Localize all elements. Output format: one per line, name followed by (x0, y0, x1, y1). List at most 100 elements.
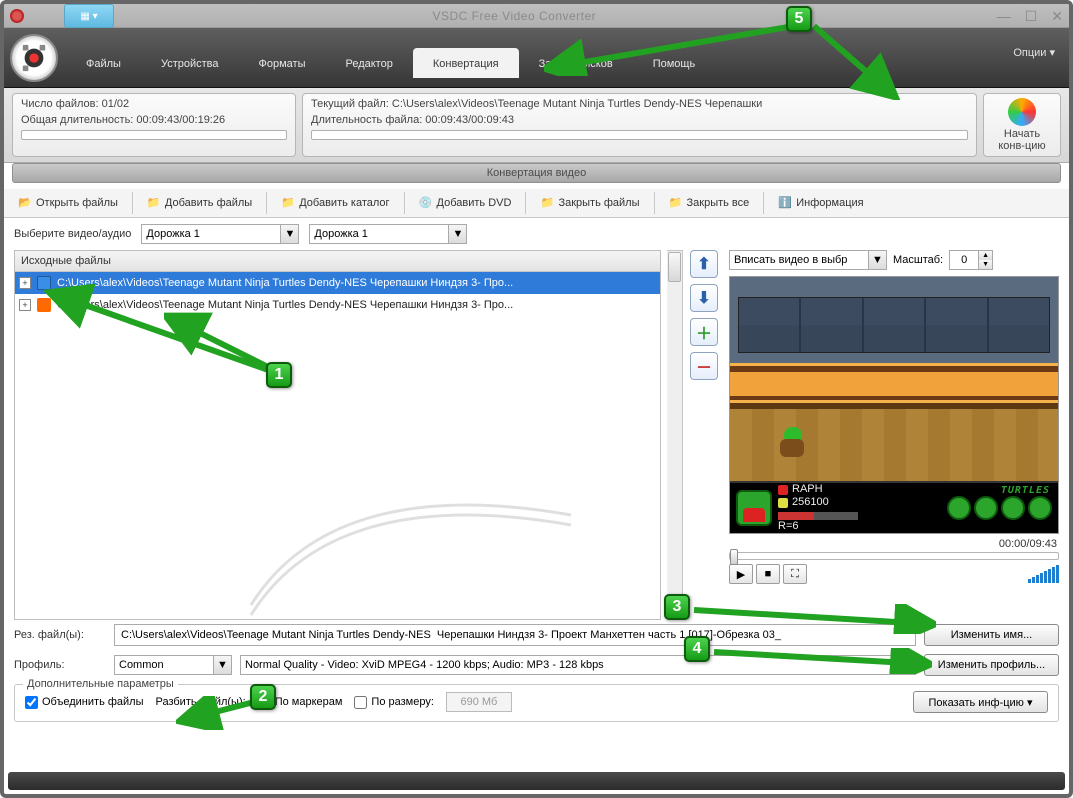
merge-checkbox[interactable]: Объединить файлы (25, 696, 144, 709)
add-folder-button[interactable]: 📁Добавить каталог (273, 192, 397, 214)
app-logo-icon[interactable] (10, 34, 58, 82)
titlebar: ▦ ▾ VSDC Free Video Converter — ☐ ✕ (4, 4, 1069, 28)
maximize-icon[interactable]: ☐ (1025, 9, 1038, 23)
minimize-icon[interactable]: — (997, 9, 1011, 23)
marker-3: 3 (664, 594, 690, 620)
volume-icon[interactable] (1028, 565, 1059, 583)
tab-editor[interactable]: Редактор (325, 48, 412, 78)
close-icon[interactable]: ✕ (1051, 9, 1063, 23)
chevron-down-icon[interactable]: ▼ (898, 655, 916, 675)
tab-convert[interactable]: Конвертация (413, 48, 519, 78)
split-label: Разбить файл(ы): (156, 696, 246, 708)
close-all-icon: 📁 (669, 196, 683, 210)
spin-up-icon[interactable]: ▲ (978, 251, 992, 260)
split-size-input (446, 692, 512, 712)
file-path: C:\Users\alex\Videos\Teenage Mutant Ninj… (57, 277, 513, 289)
folder-plus-icon: 📁 (147, 196, 161, 210)
seek-bar[interactable] (729, 552, 1059, 560)
tab-burn[interactable]: Запись дисков (519, 48, 633, 78)
seek-handle[interactable] (730, 549, 738, 565)
profile-desc-select[interactable]: ▼ (240, 655, 916, 675)
folder-icon: 📁 (281, 196, 295, 210)
close-files-button[interactable]: 📁Закрыть файлы (532, 192, 647, 214)
tab-formats[interactable]: Форматы (239, 48, 326, 78)
quick-access-icon[interactable]: ▦ ▾ (64, 4, 114, 28)
time-display: 00:00/09:43 (729, 534, 1059, 552)
zoom-label: Масштаб: (893, 254, 943, 266)
start-convert-button[interactable]: Начать конв-цию (983, 93, 1061, 157)
chevron-down-icon[interactable]: ▼ (869, 250, 887, 270)
zoom-spinner[interactable]: ▲▼ (949, 250, 993, 270)
disc-icon: 💿 (419, 196, 433, 210)
close-all-button[interactable]: 📁Закрыть все (661, 192, 758, 214)
extra-legend: Дополнительные параметры (23, 678, 178, 690)
output-area: Рез. файл(ы): Изменить имя... Профиль: ▼… (4, 620, 1069, 726)
window-title: VSDC Free Video Converter (32, 9, 997, 23)
change-profile-button[interactable]: Изменить профиль... (924, 654, 1059, 676)
add-button[interactable]: ＋ (690, 318, 718, 346)
extra-params: Дополнительные параметры Объединить файл… (14, 684, 1059, 722)
move-up-button[interactable]: ⬆ (690, 250, 718, 278)
chevron-down-icon[interactable]: ▼ (281, 224, 299, 244)
move-down-button[interactable]: ⬇ (690, 284, 718, 312)
result-file-label: Рез. файл(ы): (14, 629, 106, 641)
by-size-checkbox[interactable]: По размеру: (354, 696, 433, 709)
vertical-scrollbar[interactable] (667, 250, 683, 620)
player-controls: ▶ ■ ⛶ (729, 564, 1059, 584)
file-path: C:\Users\alex\Videos\Teenage Mutant Ninj… (57, 299, 513, 311)
source-files-header: Исходные файлы (15, 251, 660, 272)
panel-file-count: Число файлов: 01/02 Общая длительность: … (12, 93, 296, 157)
info-icon: ℹ️ (778, 196, 792, 210)
total-progress-bar (21, 130, 287, 140)
app-small-icon (10, 9, 24, 23)
file-count-label: Число файлов: 01/02 (21, 98, 287, 110)
remove-button[interactable]: － (690, 352, 718, 380)
profile-group-select[interactable]: ▼ (114, 655, 232, 675)
video-track-select[interactable]: ▼ (141, 224, 299, 244)
fullscreen-button[interactable]: ⛶ (783, 564, 807, 584)
show-info-button[interactable]: Показать инф-цию (913, 691, 1048, 713)
preview-column: ▼ Масштаб: ▲▼ (729, 250, 1059, 620)
main-body: Исходные файлы + C:\Users\alex\Videos\Te… (4, 250, 1069, 620)
panel-current-file: Текущий файл: C:\Users\alex\Videos\Teena… (302, 93, 977, 157)
chevron-down-icon[interactable]: ▼ (449, 224, 467, 244)
tab-help[interactable]: Помощь (633, 48, 716, 78)
result-path-input[interactable] (114, 624, 916, 646)
conversion-caption: Конвертация видео (12, 163, 1061, 183)
audio-track-select[interactable]: ▼ (309, 224, 467, 244)
tab-devices[interactable]: Устройства (141, 48, 239, 78)
pick-label: Выберите видео/аудио (14, 228, 131, 240)
file-row[interactable]: + C:\Users\alex\Videos\Teenage Mutant Ni… (15, 294, 660, 316)
status-area: Число файлов: 01/02 Общая длительность: … (4, 88, 1069, 163)
rename-button[interactable]: Изменить имя... (924, 624, 1059, 646)
open-files-button[interactable]: 📂Открыть файлы (10, 192, 126, 214)
file-row-selected[interactable]: + C:\Users\alex\Videos\Teenage Mutant Ni… (15, 272, 660, 294)
statusbar (8, 772, 1065, 790)
marker-4: 4 (684, 636, 710, 662)
add-files-button[interactable]: 📁Добавить файлы (139, 192, 260, 214)
marker-5: 5 (786, 6, 812, 32)
tab-files[interactable]: Файлы (66, 48, 141, 78)
convert-icon (1008, 98, 1036, 126)
fit-mode-select[interactable]: ▼ (729, 250, 887, 270)
options-menu[interactable]: Опции (1013, 46, 1055, 59)
stop-button[interactable]: ■ (756, 564, 780, 584)
expand-icon[interactable]: + (19, 277, 31, 289)
file-progress-bar (311, 130, 968, 140)
info-button[interactable]: ℹ️Информация (770, 192, 871, 214)
vlc-file-icon (37, 298, 51, 312)
current-file-label: Текущий файл: C:\Users\alex\Videos\Teena… (311, 98, 968, 110)
source-files-panel: Исходные файлы + C:\Users\alex\Videos\Te… (14, 250, 661, 620)
files-toolbar: 📂Открыть файлы 📁Добавить файлы 📁Добавить… (4, 189, 1069, 218)
chevron-down-icon[interactable]: ▼ (214, 655, 232, 675)
add-dvd-button[interactable]: 💿Добавить DVD (411, 192, 520, 214)
play-button[interactable]: ▶ (729, 564, 753, 584)
spin-down-icon[interactable]: ▼ (978, 260, 992, 269)
profile-label: Профиль: (14, 659, 106, 671)
file-duration-label: Длительность файла: 00:09:43/00:09:43 (311, 114, 968, 126)
expand-icon[interactable]: + (19, 299, 31, 311)
total-duration-label: Общая длительность: 00:09:43/00:19:26 (21, 114, 287, 126)
folder-open-icon: 📂 (18, 196, 32, 210)
main-menu: Файлы Устройства Форматы Редактор Конвер… (4, 28, 1069, 88)
video-preview: RAPH 256100 R=6 TURTLES (729, 276, 1059, 534)
